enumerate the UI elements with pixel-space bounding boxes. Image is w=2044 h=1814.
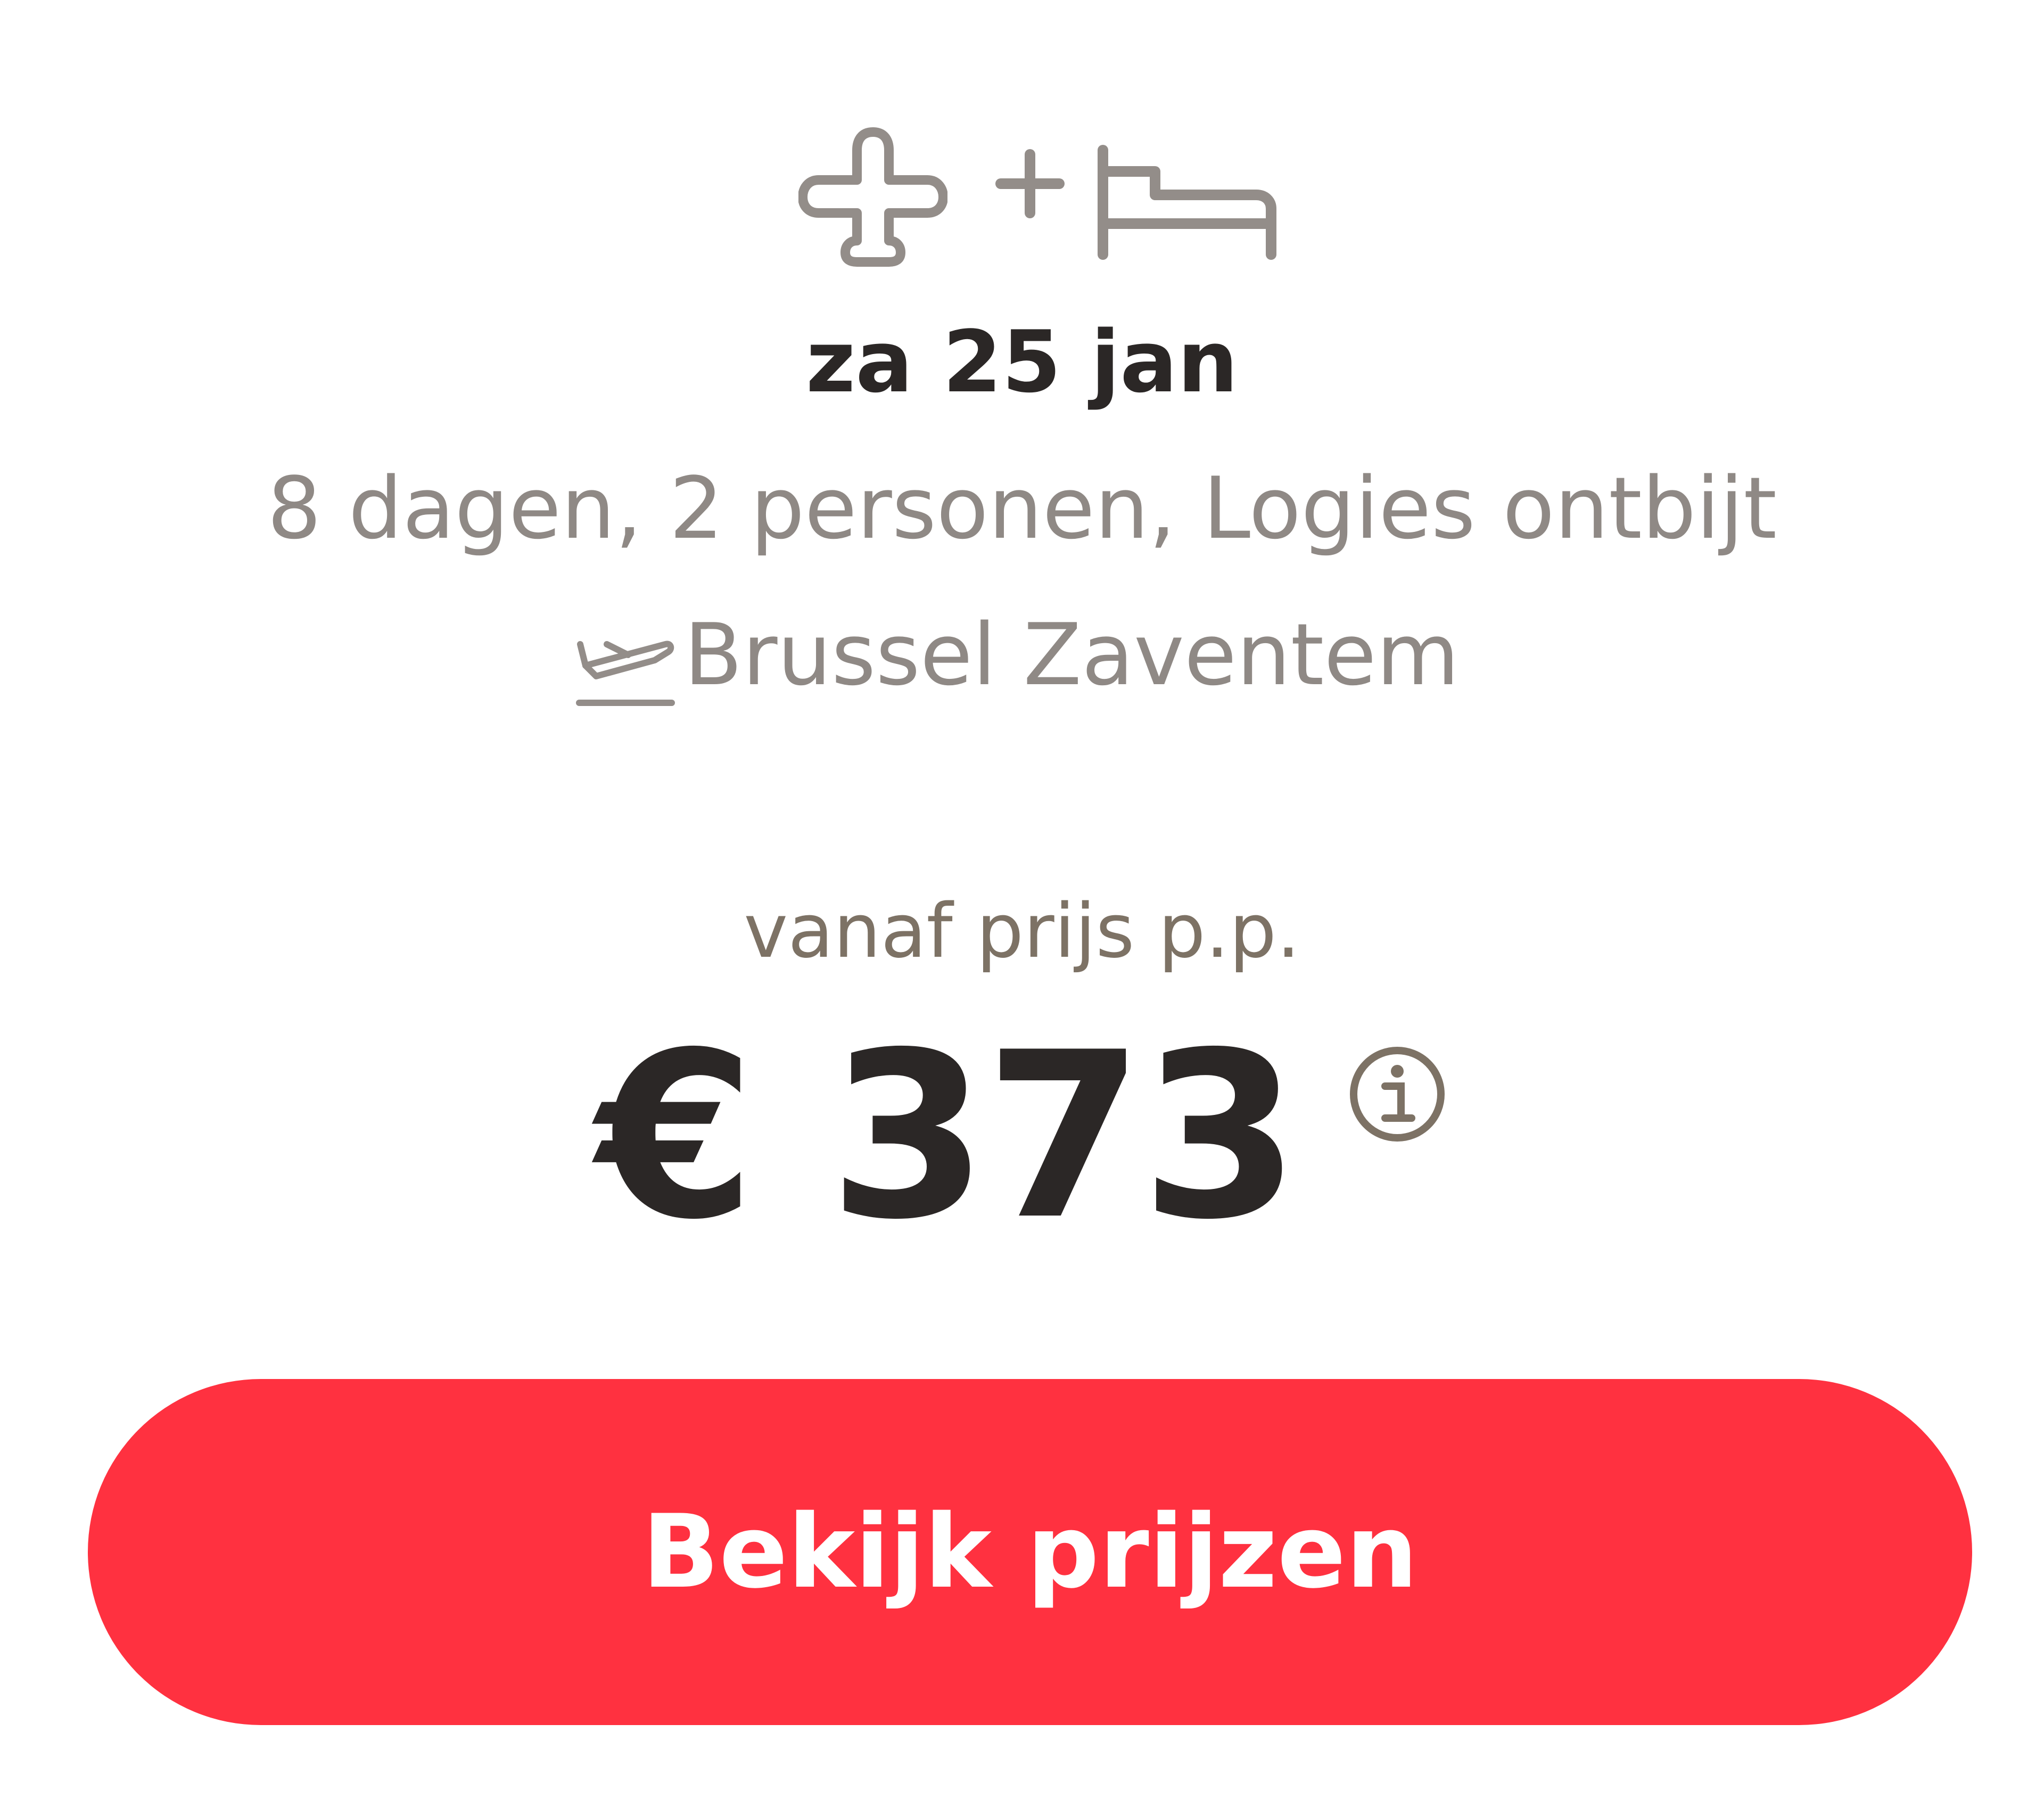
departure-airport: Brussel Zaventem: [684, 605, 1460, 704]
package-type-icons: [798, 122, 1278, 282]
departure-date: za 25 jan: [806, 312, 1238, 412]
view-prices-button[interactable]: Bekijk prijzen: [88, 1379, 1972, 1725]
trip-details: 8 dagen, 2 personen, Logies ontbijt: [267, 458, 1777, 558]
departure-airport-row: Brussel Zaventem: [575, 602, 1533, 719]
plus-icon: [995, 149, 1065, 218]
airplane-icon: [798, 127, 947, 267]
info-icon[interactable]: [1347, 1044, 1448, 1145]
bed-icon: [1098, 145, 1276, 260]
departure-icon: [576, 641, 675, 706]
package-card: za 25 jan 8 dagen, 2 personen, Logies on…: [0, 0, 2044, 1814]
price-from-label: vanaf prijs p.p.: [744, 888, 1300, 975]
price-amount: € 373: [596, 1004, 1300, 1270]
price-row: € 373: [596, 1022, 1501, 1257]
